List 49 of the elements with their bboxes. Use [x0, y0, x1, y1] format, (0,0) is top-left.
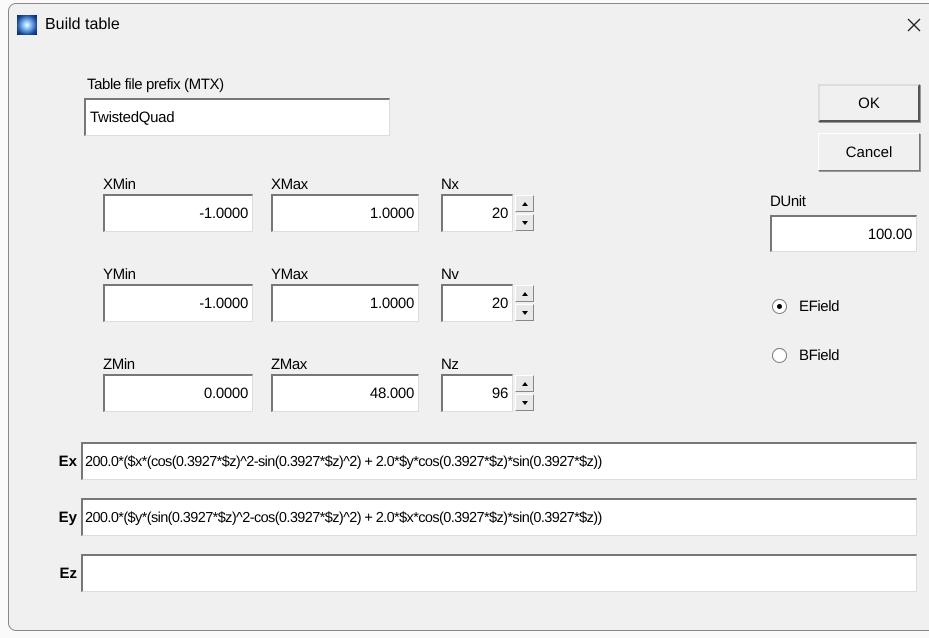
expression-label: Ey [58, 508, 77, 526]
radio-label[interactable]: EField [799, 298, 840, 315]
down-arrow-icon [522, 400, 528, 404]
radio-button[interactable] [772, 348, 787, 363]
expression-label: Ez [58, 564, 77, 582]
expression-input[interactable]: 200.0*($y*(sin(0.3927*$z)^2-cos(0.3927*$z)^2) + 2.0*$x*cos(0.3927*$z)*sin(0.3927*$z)) [81, 498, 917, 536]
max-label: XMax [271, 176, 308, 194]
dunit-input[interactable]: 100.00 [770, 215, 917, 252]
max-input[interactable]: 1.0000 [271, 284, 419, 322]
count-label: Nz [441, 356, 459, 374]
dunit-label: DUnit [770, 193, 806, 211]
count-input[interactable]: 96 [441, 374, 513, 412]
min-input[interactable]: -1.0000 [103, 284, 253, 322]
count-label: Nv [441, 266, 459, 284]
up-arrow-icon [522, 202, 528, 206]
spin-down-button[interactable] [515, 304, 534, 321]
down-arrow-icon [522, 220, 528, 224]
expression-label: Ex [58, 452, 77, 470]
max-label: YMax [271, 266, 308, 284]
expression-input[interactable] [81, 554, 917, 592]
min-label: ZMin [103, 356, 135, 374]
count-label: Nx [441, 176, 459, 194]
down-arrow-icon [522, 310, 528, 314]
prefix-label: Table file prefix (MTX) [87, 76, 224, 94]
count-input[interactable]: 20 [441, 284, 513, 322]
max-input[interactable]: 48.000 [271, 374, 419, 412]
max-label: ZMax [271, 356, 307, 374]
min-input[interactable]: -1.0000 [103, 194, 253, 232]
spin-up-button[interactable] [515, 195, 534, 212]
max-input[interactable]: 1.0000 [271, 194, 419, 232]
min-label: YMin [103, 266, 136, 284]
app-icon [17, 15, 37, 35]
min-input[interactable]: 0.0000 [103, 374, 253, 412]
spin-down-button[interactable] [515, 394, 534, 411]
dialog-button[interactable]: Cancel [818, 133, 920, 171]
min-label: XMin [103, 176, 136, 194]
spin-up-button[interactable] [515, 285, 534, 302]
radio-button[interactable] [772, 299, 787, 314]
spin-up-button[interactable] [515, 375, 534, 392]
expression-input[interactable]: 200.0*($x*(cos(0.3927*$z)^2-sin(0.3927*$z)^2) + 2.0*$y*cos(0.3927*$z)*sin(0.3927*$z)) [81, 442, 917, 480]
window-title: Build table [45, 16, 120, 34]
count-input[interactable]: 20 [441, 194, 513, 232]
spin-down-button[interactable] [515, 214, 534, 231]
dialog-button[interactable]: OK [818, 84, 920, 122]
up-arrow-icon [522, 292, 528, 296]
up-arrow-icon [522, 382, 528, 386]
radio-label[interactable]: BField [799, 347, 840, 364]
prefix-input[interactable]: TwistedQuad [84, 98, 390, 136]
close-icon [907, 18, 921, 32]
